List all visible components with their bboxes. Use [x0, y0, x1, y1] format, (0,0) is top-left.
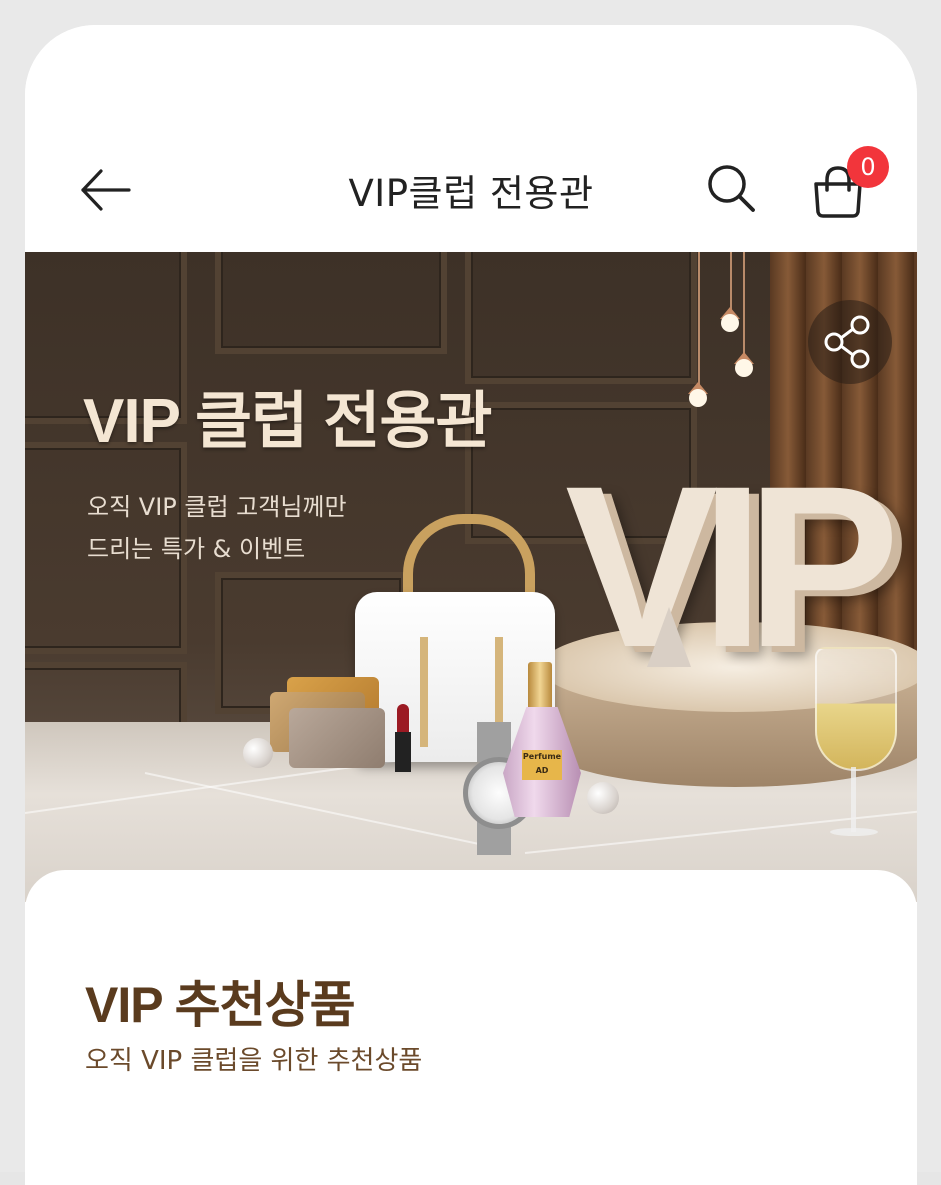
perfume-label: Perfume AD [522, 750, 562, 780]
share-button[interactable] [808, 300, 892, 384]
section-subtitle: 오직 VIP 클럽을 위한 추천상품 [85, 1046, 423, 1076]
lamp-cord [730, 252, 732, 312]
banner-subtitle-line: 오직 VIP 클럽 고객님께만 [87, 493, 347, 521]
lamp-cord [698, 252, 700, 392]
search-button[interactable] [705, 162, 760, 217]
vip-card [289, 708, 385, 768]
section-title: VIP 추천상품 [85, 977, 356, 1033]
pendant-lamp-icon [688, 382, 708, 407]
cart-count-badge: 0 [847, 146, 889, 188]
wall-panel [465, 252, 697, 384]
share-icon [824, 315, 870, 369]
wine-glass-stem [851, 767, 856, 832]
banner-subtitle: 오직 VIP 클럽 고객님께만 드리는 특가 & 이벤트 [87, 486, 347, 570]
app-screen: VIP클럽 전용관 0 VIP Perfume AD VIP 클럽 전용관 오직… [25, 25, 917, 1185]
lamp-cord [743, 252, 745, 362]
wine-glass [815, 647, 897, 771]
phone-frame: VIP클럽 전용관 0 VIP Perfume AD VIP 클럽 전용관 오직… [0, 0, 941, 1185]
pendant-lamp-icon [720, 307, 740, 332]
wall-panel [215, 252, 447, 354]
banner-subtitle-line: 드리는 특가 & 이벤트 [87, 535, 306, 563]
pearl [243, 738, 273, 768]
page-title: VIP클럽 전용관 [348, 172, 594, 215]
handbag-stripe [420, 637, 428, 747]
cone-ornament [647, 607, 691, 667]
perfume-cap [528, 662, 552, 710]
recommend-section: VIP 추천상품 오직 VIP 클럽을 위한 추천상품 [25, 870, 917, 1185]
lipstick-case [395, 732, 411, 772]
top-app-bar: VIP클럽 전용관 0 [25, 25, 917, 252]
watch-band [477, 722, 511, 762]
banner-title: VIP 클럽 전용관 [83, 387, 492, 456]
search-icon [708, 165, 755, 212]
wine-glass-base [830, 828, 878, 836]
lipstick [397, 704, 409, 734]
pendant-lamp-icon [734, 352, 754, 377]
hero-banner[interactable]: VIP Perfume AD VIP 클럽 전용관 오직 VIP 클럽 고객님께… [25, 252, 917, 902]
pearl [587, 782, 619, 814]
